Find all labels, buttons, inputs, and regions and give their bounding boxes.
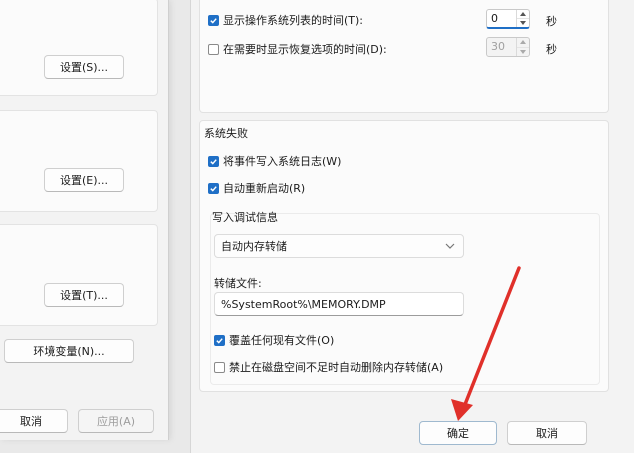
recovery-time-label: 在需要时显示恢复选项的时间(D):	[223, 43, 387, 56]
debug-info-title: 写入调试信息	[212, 211, 278, 224]
chevron-down-icon	[445, 243, 455, 249]
apply-button[interactable]: 应用(A)	[78, 409, 154, 433]
recovery-time-unit: 秒	[546, 43, 557, 56]
checkmark-icon	[216, 337, 223, 344]
disable-auto-delete-row[interactable]: 禁止在磁盘空间不足时自动删除内存转储(A)	[214, 359, 443, 375]
system-failure-title: 系统失败	[204, 127, 248, 140]
show-time-unit: 秒	[546, 15, 557, 28]
background-dialog: 设置(S)... 设置(E)... 设置(T)... 环境变量(N)... 取消…	[0, 0, 169, 440]
group-box-user-profiles	[0, 110, 158, 212]
show-time-checkbox[interactable]	[208, 14, 219, 26]
show-time-label: 显示操作系统列表的时间(T):	[223, 14, 364, 27]
spin-down-icon[interactable]	[517, 46, 529, 57]
left-cancel-button[interactable]: 取消	[0, 409, 68, 433]
environment-variables-button[interactable]: 环境变量(N)...	[4, 339, 134, 363]
group-box-startup-recovery	[0, 224, 158, 326]
recovery-time-row[interactable]: 在需要时显示恢复选项的时间(D):	[208, 41, 387, 57]
show-time-value: 0	[491, 12, 498, 25]
write-event-row[interactable]: 将事件写入系统日志(W)	[208, 153, 341, 169]
startup-recovery-dialog: 显示操作系统列表的时间(T): 0 秒 在需要时显示恢复选项的时间(D): 30…	[190, 0, 634, 453]
checkmark-icon	[210, 158, 217, 165]
recovery-time-checkbox[interactable]	[208, 43, 219, 55]
system-failure-panel: 系统失败 将事件写入系统日志(W) 自动重新启动(R) 写入调试信息 自动内存转…	[199, 120, 609, 392]
dump-file-value: %SystemRoot%\MEMORY.DMP	[221, 297, 386, 311]
cancel-button[interactable]: 取消	[507, 421, 587, 445]
dump-file-label: 转储文件:	[214, 277, 262, 290]
spin-up-icon[interactable]	[517, 38, 529, 47]
group-box-performance	[0, 0, 158, 96]
overwrite-checkbox[interactable]	[214, 334, 225, 346]
settings-e-button[interactable]: 设置(E)...	[44, 168, 124, 192]
auto-restart-row[interactable]: 自动重新启动(R)	[208, 180, 305, 196]
checkmark-icon	[210, 17, 217, 24]
dump-type-dropdown[interactable]: 自动内存转储	[214, 234, 464, 258]
write-event-label: 将事件写入系统日志(W)	[223, 155, 342, 168]
settings-s-button[interactable]: 设置(S)...	[44, 55, 124, 79]
spin-down-icon[interactable]	[517, 18, 529, 27]
spin-up-icon[interactable]	[517, 10, 529, 18]
dump-type-value: 自动内存转储	[221, 240, 287, 253]
auto-restart-label: 自动重新启动(R)	[223, 182, 306, 195]
auto-restart-checkbox[interactable]	[208, 182, 219, 194]
ok-button[interactable]: 确定	[419, 421, 497, 445]
show-time-row[interactable]: 显示操作系统列表的时间(T):	[208, 12, 363, 28]
system-startup-panel: 显示操作系统列表的时间(T): 0 秒 在需要时显示恢复选项的时间(D): 30…	[199, 0, 609, 113]
recovery-time-spinner[interactable]: 30	[486, 37, 530, 57]
recovery-time-value: 30	[491, 40, 505, 53]
checkmark-icon	[210, 185, 217, 192]
disable-auto-delete-checkbox[interactable]	[214, 361, 225, 373]
show-time-spinner[interactable]: 0	[486, 9, 530, 29]
settings-t-button[interactable]: 设置(T)...	[44, 283, 124, 307]
overwrite-row[interactable]: 覆盖任何现有文件(O)	[214, 332, 334, 348]
dump-file-input[interactable]: %SystemRoot%\MEMORY.DMP	[214, 292, 464, 316]
overwrite-label: 覆盖任何现有文件(O)	[229, 334, 335, 347]
write-event-checkbox[interactable]	[208, 155, 219, 167]
disable-auto-delete-label: 禁止在磁盘空间不足时自动删除内存转储(A)	[229, 361, 444, 374]
